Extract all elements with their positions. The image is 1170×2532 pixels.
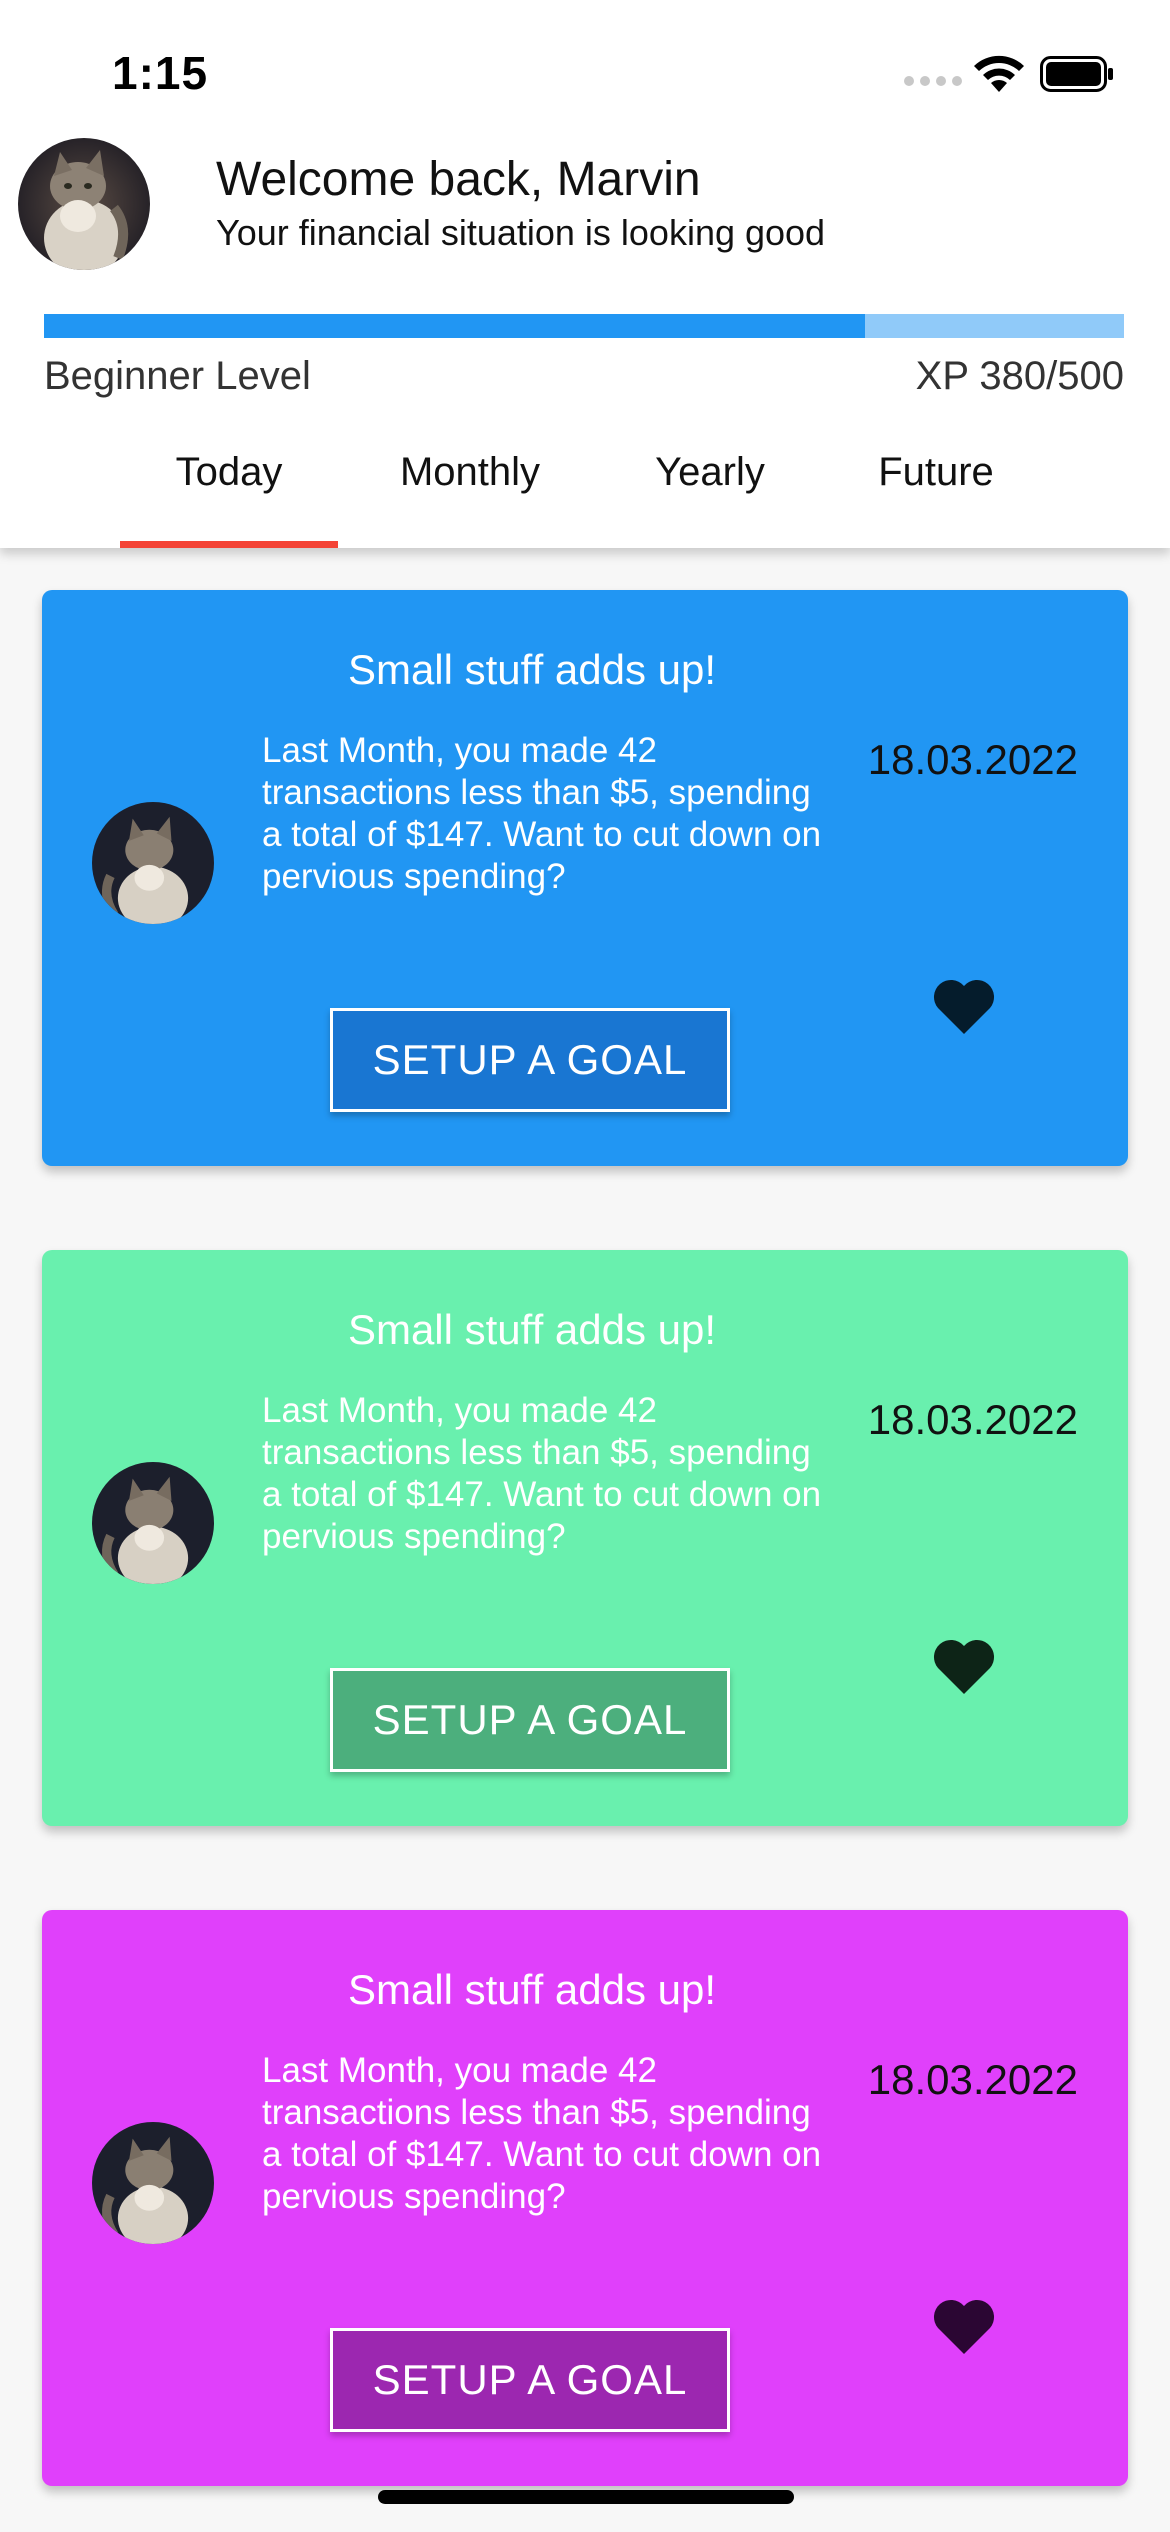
welcome-subtitle: Your financial situation is looking good [216,212,826,253]
heart-icon[interactable] [932,1638,996,1696]
cat-avatar-icon [92,802,214,924]
card-date: 18.03.2022 [867,736,1078,783]
insight-card: Small stuff adds up! Last Month, you mad… [42,1250,1128,1826]
insight-card: Small stuff adds up! Last Month, you mad… [42,1910,1128,2486]
app-screen: 1:15 Welcome back, Marvin Your financial… [0,0,1170,2532]
welcome-title: Welcome back, Marvin [216,153,701,206]
card-date: 18.03.2022 [867,2056,1078,2103]
card-message: Last Month, you made 42 transactions les… [262,1391,822,1556]
xp-label: XP 380/500 [915,354,1124,398]
heart-icon[interactable] [932,2298,996,2356]
cat-avatar-icon[interactable] [18,138,150,270]
card-title: Small stuff adds up! [347,1306,717,1353]
battery-icon [1040,56,1113,92]
setup-goal-button[interactable]: SETUP A GOAL [330,2328,730,2432]
tab-label: Monthly [399,450,541,494]
cat-avatar-icon [92,2122,214,2244]
cellular-signal-icon [904,76,962,86]
tab-label: Today [175,450,283,494]
card-message: Last Month, you made 42 transactions les… [262,2051,822,2216]
tab-today[interactable]: Today [120,440,338,548]
wifi-icon [974,55,1024,92]
tab-selected-indicator [120,541,338,548]
tab-bar: Today Monthly Yearly Future [0,440,1170,548]
card-title: Small stuff adds up! [347,1966,717,2013]
insight-card: Small stuff adds up! Last Month, you mad… [42,590,1128,1166]
tab-yearly[interactable]: Yearly [620,440,800,548]
tab-future[interactable]: Future [846,440,1026,548]
card-title: Small stuff adds up! [347,646,717,693]
setup-goal-button[interactable]: SETUP A GOAL [330,1668,730,1772]
status-time: 1:15 [112,47,209,99]
card-date: 18.03.2022 [867,1396,1078,1443]
tab-monthly[interactable]: Monthly [370,440,570,548]
setup-goal-button[interactable]: SETUP A GOAL [330,1008,730,1112]
tab-label: Future [878,450,994,494]
cat-avatar-icon [92,1462,214,1584]
heart-icon[interactable] [932,978,996,1036]
header-panel: 1:15 Welcome back, Marvin Your financial… [0,0,1170,548]
xp-progress-bar [44,314,1124,338]
home-indicator[interactable] [378,2490,794,2504]
card-message: Last Month, you made 42 transactions les… [262,731,822,896]
tab-label: Yearly [655,450,765,494]
xp-progress-fill [44,314,865,338]
level-label: Beginner Level [44,354,311,398]
